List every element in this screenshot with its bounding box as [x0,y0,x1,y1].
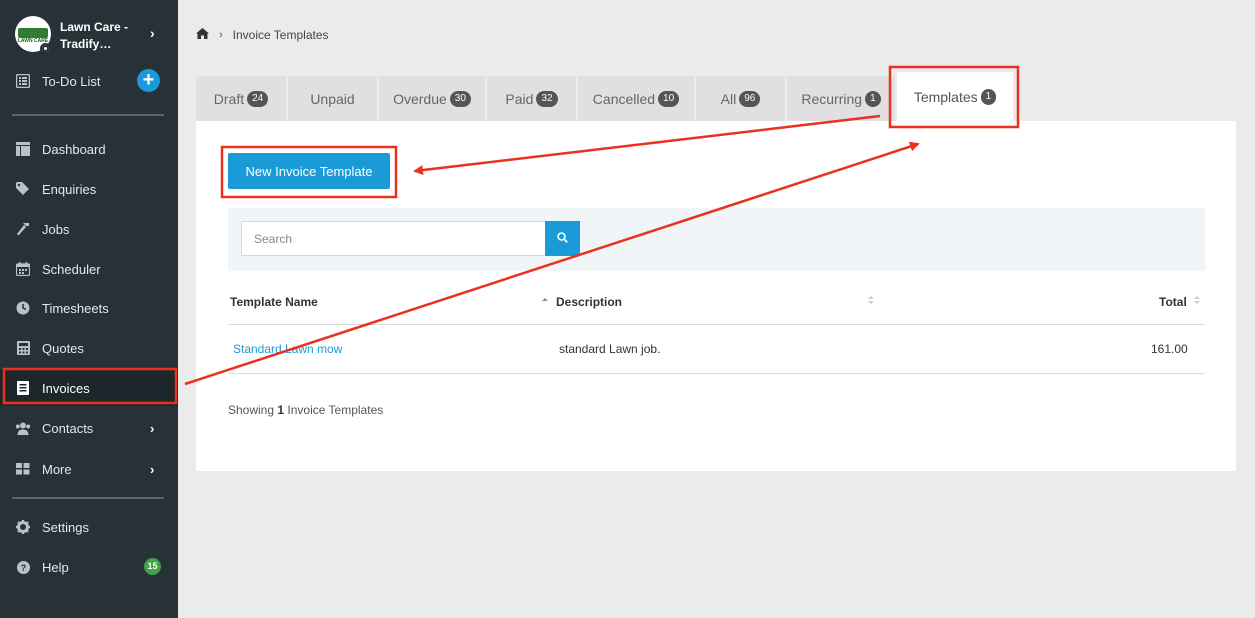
question-circle-icon: ? [15,559,31,575]
sidebar: LAWN CARE Lawn Care - Tradify… › To-Do L… [0,0,178,618]
invoice-icon [15,380,31,396]
sidebar-item-label: Contacts [42,420,94,436]
sidebar-item-timesheets[interactable]: Timesheets [0,290,178,326]
tag-icon [15,181,31,197]
sort-icon[interactable] [867,293,875,307]
sidebar-divider [12,114,164,116]
org-name: Lawn Care - Tradify… [60,19,140,53]
tab-count-badge: 10 [658,90,680,107]
sidebar-divider [12,497,164,499]
sidebar-item-label: Help [42,559,69,575]
add-todo-button[interactable]: + [137,69,160,92]
sidebar-item-scheduler[interactable]: Scheduler [0,251,178,287]
sidebar-item-settings[interactable]: Settings [0,509,178,545]
table-row-divider [228,373,1205,374]
tab-draft[interactable]: Draft 24 [196,76,286,121]
svg-text:?: ? [20,563,26,573]
showing-prefix: Showing [228,403,275,417]
sidebar-item-more[interactable]: More › [0,451,178,487]
tab-all[interactable]: All 96 [696,76,785,121]
tab-label: Recurring [801,90,863,107]
chevron-right-icon: › [219,29,223,41]
sidebar-item-label: Settings [42,519,89,535]
tab-label: Cancelled [592,90,656,107]
sidebar-item-contacts[interactable]: Contacts › [0,410,178,446]
new-invoice-template-button[interactable]: New Invoice Template [228,153,390,189]
sidebar-item-label: Scheduler [42,261,101,277]
tab-recurring[interactable]: Recurring 1 [787,76,895,121]
gear-icon [15,519,31,535]
tab-cancelled[interactable]: Cancelled 10 [578,76,694,121]
tab-label: Unpaid [310,90,355,107]
chevron-right-icon: › [150,25,155,41]
sidebar-item-quotes[interactable]: Quotes [0,330,178,366]
sort-icon[interactable] [1193,293,1201,307]
search-bar [228,208,1205,271]
column-header-template-name[interactable]: Template Name [230,295,318,309]
sidebar-item-label: Jobs [42,221,70,237]
tab-overdue[interactable]: Overdue 30 [379,76,485,121]
tab-label: Draft [213,90,245,107]
tab-count-badge: 30 [449,90,471,107]
search-input[interactable] [241,221,546,256]
template-description: standard Lawn job. [559,342,661,356]
table-header-divider [228,324,1205,325]
tab-count-badge: 1 [980,88,997,105]
sidebar-item-label: Timesheets [42,300,109,316]
sidebar-item-label: More [42,461,72,477]
template-name-link[interactable]: Standard Lawn mow [233,342,342,356]
showing-count-text: Showing 1 Invoice Templates [228,403,383,417]
tab-templates[interactable]: Templates 1 [897,72,1013,121]
calculator-icon [15,340,31,356]
chevron-right-icon: › [150,420,155,436]
sidebar-item-jobs[interactable]: Jobs [0,211,178,247]
column-header-description[interactable]: Description [556,295,622,309]
clock-icon [15,300,31,316]
hammer-icon [15,221,31,237]
search-icon [557,230,568,248]
sidebar-item-enquiries[interactable]: Enquiries [0,171,178,207]
tab-label: Templates [913,88,978,105]
tab-label: Paid [505,90,534,107]
chevron-right-icon: › [150,461,155,477]
help-count-badge: 15 [144,558,161,575]
sidebar-item-invoices[interactable]: Invoices [0,370,178,406]
users-icon [15,420,31,436]
org-name-line2: Tradify… [60,37,112,51]
column-header-total[interactable]: Total [1159,295,1187,309]
status-dot [40,43,51,54]
sidebar-item-label: Dashboard [42,141,106,157]
sidebar-item-dashboard[interactable]: Dashboard [0,131,178,167]
tab-count-badge: 96 [739,90,761,107]
tab-label: All [720,90,737,107]
sidebar-item-todo[interactable]: To-Do List + [0,63,178,99]
tab-label: Overdue [393,90,447,107]
org-name-line1: Lawn Care - [60,20,129,34]
tab-unpaid[interactable]: Unpaid [288,76,377,121]
breadcrumb-current: Invoice Templates [232,28,329,42]
tab-count-badge: 1 [865,90,881,107]
sort-asc-icon[interactable] [541,293,549,307]
sidebar-item-help[interactable]: ? Help 15 [0,549,178,585]
home-icon[interactable] [196,28,209,42]
search-button[interactable] [545,221,580,256]
showing-suffix: Invoice Templates [287,403,384,417]
tab-count-badge: 24 [247,90,269,107]
calendar-icon [15,261,31,277]
grid-icon [15,461,31,477]
sidebar-item-label: Invoices [42,380,90,396]
org-switcher[interactable]: LAWN CARE Lawn Care - Tradify… › [0,0,178,64]
breadcrumb: › Invoice Templates [196,26,329,44]
sidebar-item-label: Quotes [42,340,84,356]
dashboard-icon [15,141,31,157]
sidebar-item-label: Enquiries [42,181,97,197]
showing-count: 1 [277,403,285,417]
templates-panel: New Invoice Template Template Name Descr… [196,121,1236,471]
list-icon [15,73,31,89]
template-total: 161.00 [1151,342,1188,356]
sidebar-item-label: To-Do List [42,73,101,89]
tab-paid[interactable]: Paid 32 [487,76,576,121]
tab-count-badge: 32 [536,90,558,107]
